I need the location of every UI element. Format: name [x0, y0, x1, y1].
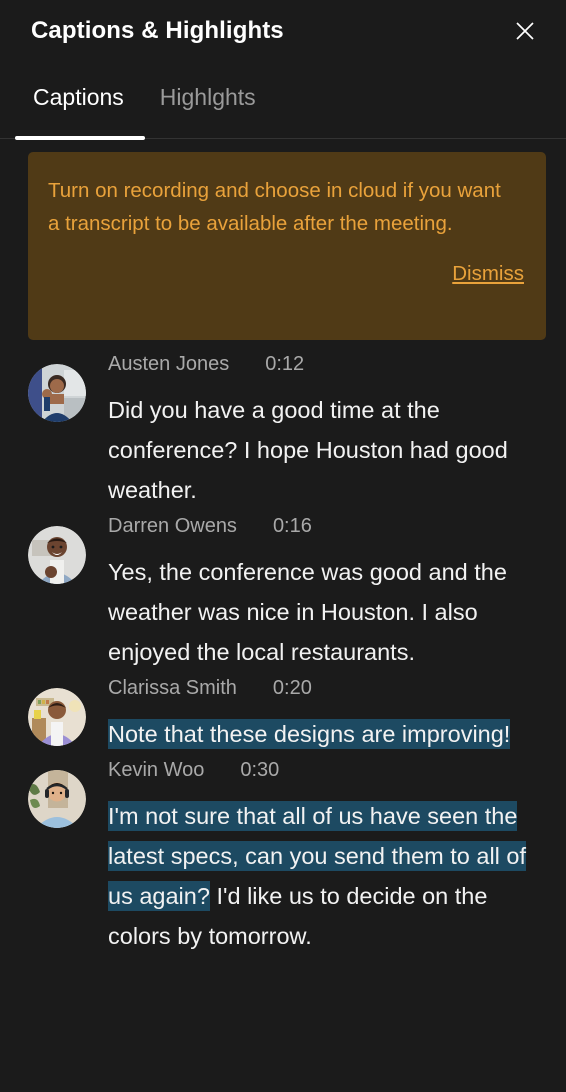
close-icon [512, 18, 538, 44]
caption-entry[interactable]: Clarissa Smith 0:20 Note that these desi… [28, 678, 560, 754]
caption-meta: Darren Owens 0:16 [108, 516, 560, 552]
banner-message: Turn on recording and choose in cloud if… [48, 179, 501, 235]
caption-timestamp: 0:16 [272, 515, 312, 537]
caption-list: Austen Jones 0:12 Did you have a good ti… [0, 340, 566, 956]
caption-entry[interactable]: Darren Owens 0:16 Yes, the conference wa… [28, 516, 560, 672]
caption-segment: Yes, the conference was good and the wea… [108, 559, 507, 665]
speaker-name: Darren Owens [108, 515, 237, 537]
caption-body: Clarissa Smith 0:20 Note that these desi… [108, 678, 560, 754]
avatar-darren-owens [28, 526, 86, 584]
dismiss-link[interactable]: Dismiss [452, 263, 524, 285]
caption-text[interactable]: Did you have a good time at the conferen… [108, 390, 540, 510]
banner-actions: Dismiss [48, 263, 524, 285]
close-button[interactable] [504, 10, 546, 52]
caption-entry[interactable]: Austen Jones 0:12 Did you have a good ti… [28, 354, 560, 510]
tab-highlights[interactable]: Highlghts [142, 62, 274, 109]
caption-timestamp: 0:20 [272, 677, 312, 699]
caption-body: Darren Owens 0:16 Yes, the conference wa… [108, 516, 560, 672]
caption-meta: Clarissa Smith 0:20 [108, 678, 560, 714]
captions-highlights-panel: Captions & Highlights Captions Highlghts… [0, 0, 566, 1092]
avatar-clarissa-smith [28, 688, 86, 746]
caption-timestamp: 0:30 [240, 759, 280, 781]
caption-timestamp: 0:12 [265, 353, 305, 375]
caption-body: Kevin Woo 0:30 I'm not sure that all of … [108, 760, 560, 956]
caption-segment: Did you have a good time at the conferen… [108, 397, 508, 503]
caption-text[interactable]: Note that these designs are improving! [108, 714, 540, 754]
caption-text[interactable]: I'm not sure that all of us have seen th… [108, 796, 536, 956]
caption-entry[interactable]: Kevin Woo 0:30 I'm not sure that all of … [28, 760, 560, 956]
tab-highlights-label: Highlghts [159, 84, 256, 110]
tab-captions-label: Captions [33, 84, 124, 110]
active-tab-indicator [15, 136, 145, 140]
avatar-austen-jones [28, 364, 86, 422]
caption-segment-highlighted: Note that these designs are improving! [108, 719, 511, 749]
avatar-kevin-woo [28, 770, 86, 828]
speaker-name: Austen Jones [108, 353, 230, 375]
caption-text[interactable]: Yes, the conference was good and the wea… [108, 552, 540, 672]
caption-body: Austen Jones 0:12 Did you have a good ti… [108, 354, 560, 510]
page-title: Captions & Highlights [31, 17, 284, 44]
speaker-name: Clarissa Smith [108, 677, 237, 699]
tab-captions[interactable]: Captions [15, 62, 142, 109]
recording-notice-banner: Turn on recording and choose in cloud if… [28, 152, 546, 340]
caption-meta: Austen Jones 0:12 [108, 354, 560, 390]
banner-container: Turn on recording and choose in cloud if… [0, 140, 566, 340]
tab-bar: Captions Highlghts [0, 62, 566, 140]
caption-meta: Kevin Woo 0:30 [108, 760, 560, 796]
speaker-name: Kevin Woo [108, 759, 205, 781]
panel-header: Captions & Highlights [0, 0, 566, 62]
